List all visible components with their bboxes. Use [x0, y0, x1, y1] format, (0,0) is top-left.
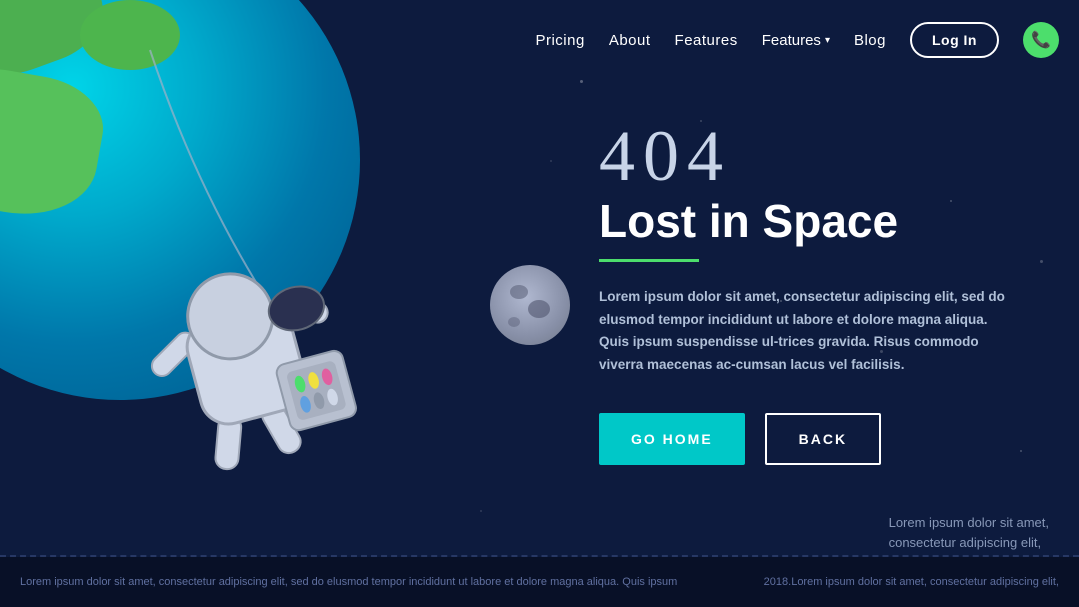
- main-content: 404 Lost in Space Lorem ipsum dolor sit …: [599, 120, 1019, 465]
- phone-button[interactable]: 📞: [1023, 22, 1059, 58]
- nav-about[interactable]: About: [609, 32, 651, 49]
- footer-left-text: Lorem ipsum dolor sit amet, consectetur …: [20, 576, 677, 588]
- nav-pricing[interactable]: Pricing: [535, 32, 584, 49]
- star: [550, 160, 552, 162]
- panel-dot: [326, 388, 340, 407]
- nav-blog[interactable]: Blog: [854, 32, 886, 49]
- go-home-button[interactable]: GO HOME: [599, 413, 745, 465]
- error-description: Lorem ipsum dolor sit amet, consectetur …: [599, 286, 1019, 378]
- moon-crater: [528, 300, 550, 318]
- star: [1040, 260, 1043, 263]
- panel-dot: [312, 391, 326, 410]
- nav-features-dropdown[interactable]: Features ▾: [762, 32, 830, 49]
- chevron-down-icon: ▾: [825, 35, 830, 46]
- overlay-text-line2: consectetur adipiscing elit,: [889, 533, 1049, 553]
- overlay-text-line1: Lorem ipsum dolor sit amet,: [889, 513, 1049, 533]
- moon-illustration: [490, 265, 570, 345]
- star: [480, 510, 482, 512]
- nav-links: Pricing About Features Features ▾ Blog L…: [535, 22, 1059, 58]
- footer-right-text: 2018.Lorem ipsum dolor sit amet, consect…: [764, 576, 1059, 588]
- star: [1020, 450, 1022, 452]
- title-underline: [599, 259, 699, 262]
- panel-dot: [293, 375, 307, 394]
- moon-crater: [510, 285, 528, 299]
- error-code: 404: [599, 120, 1019, 192]
- nav-features[interactable]: Features: [675, 32, 738, 49]
- panel-dot: [320, 367, 334, 386]
- button-group: GO HOME BACK: [599, 413, 1019, 465]
- panel-dot: [299, 395, 313, 414]
- phone-icon: 📞: [1031, 30, 1051, 50]
- astro-panel: [286, 360, 347, 421]
- star: [580, 80, 583, 83]
- footer-bar: Lorem ipsum dolor sit amet, consectetur …: [0, 557, 1079, 607]
- page-title: Lost in Space: [599, 196, 1019, 247]
- moon-crater: [508, 317, 520, 327]
- panel-dot: [307, 371, 321, 390]
- nav-features-label: Features: [762, 32, 821, 49]
- bottom-overlay: Lorem ipsum dolor sit amet, consectetur …: [889, 513, 1049, 552]
- navigation: Pricing About Features Features ▾ Blog L…: [0, 0, 1079, 80]
- back-button[interactable]: BACK: [765, 413, 881, 465]
- login-button[interactable]: Log In: [910, 22, 999, 58]
